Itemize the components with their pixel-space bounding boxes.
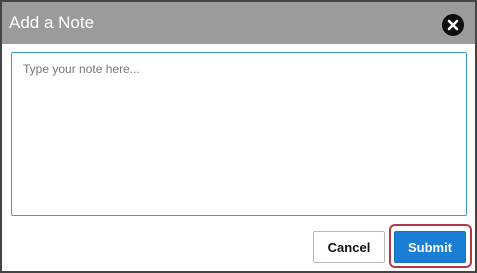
close-button[interactable] [442, 14, 464, 36]
close-icon [447, 19, 459, 31]
submit-button[interactable]: Submit [394, 231, 466, 263]
dialog-title: Add a Note [9, 13, 95, 32]
cancel-button[interactable]: Cancel [313, 231, 385, 263]
dialog-header: Add a Note [2, 2, 475, 44]
note-textarea[interactable] [11, 52, 467, 216]
